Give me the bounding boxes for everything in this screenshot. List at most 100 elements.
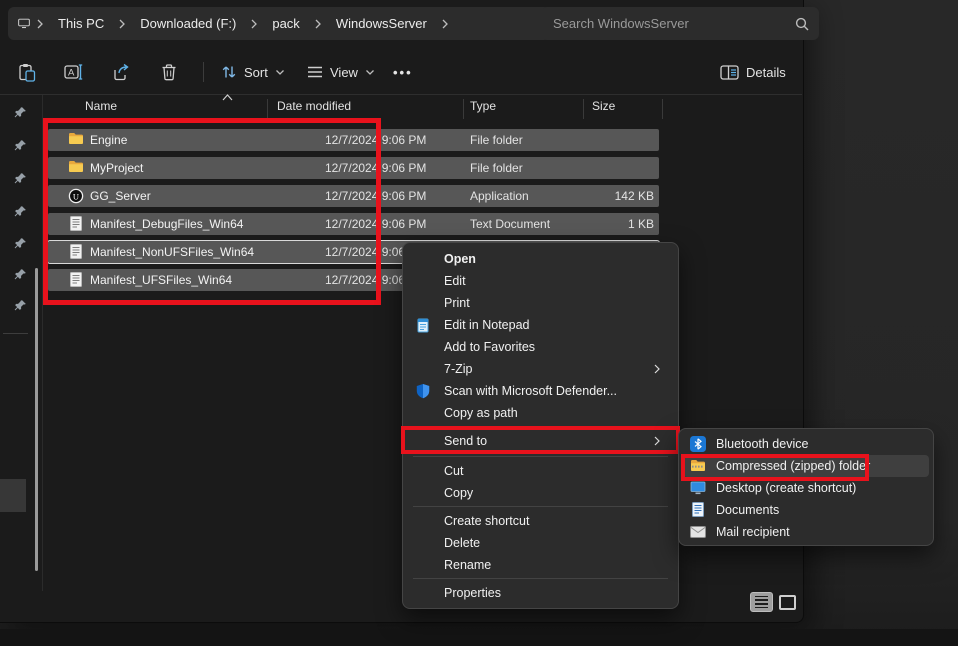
send-to-submenu: Bluetooth device Compressed (zipped) fol…	[678, 428, 934, 546]
menu-separator	[413, 578, 668, 579]
view-label: View	[330, 65, 358, 80]
breadcrumb-item-drive[interactable]: Downloaded (F:)	[132, 14, 244, 33]
column-header-size[interactable]: Size	[592, 99, 615, 113]
file-type: File folder	[470, 133, 523, 147]
context-menu-item-delete[interactable]: Delete	[408, 532, 673, 554]
command-bar: A Sort	[0, 50, 802, 95]
context-menu-item-cut[interactable]: Cut	[408, 460, 673, 482]
file-name: Engine	[90, 133, 127, 147]
send-to-item-desktop-shortcut[interactable]: Desktop (create shortcut)	[683, 477, 929, 499]
delete-button[interactable]	[152, 57, 186, 87]
chevron-right-icon	[653, 364, 663, 374]
chevron-right-icon	[116, 18, 128, 30]
details-pane-button[interactable]: Details	[712, 57, 794, 87]
context-menu-item-open[interactable]: Open	[408, 248, 673, 270]
file-row-gg-server[interactable]: U GG_Server 12/7/2024 9:06 PM Applicatio…	[48, 185, 659, 207]
file-row-engine[interactable]: Engine 12/7/2024 9:06 PM File folder	[48, 129, 659, 151]
chevron-right-icon[interactable]	[439, 18, 451, 30]
desktop: This PC Downloaded (F:) pack WindowsServ…	[0, 0, 958, 646]
file-size: 142 KB	[615, 189, 654, 203]
file-date: 12/7/2024 9:06 PM	[325, 217, 426, 231]
column-divider[interactable]	[463, 99, 464, 119]
view-icon	[307, 65, 323, 79]
breadcrumb-item-pack[interactable]: pack	[264, 14, 307, 33]
text-document-icon	[68, 244, 84, 260]
rail-selected-item[interactable]	[0, 479, 26, 512]
file-size: 1 KB	[628, 217, 654, 231]
context-menu-item-rename[interactable]: Rename	[408, 554, 673, 576]
search-icon[interactable]	[795, 17, 809, 31]
context-menu-item-scan-defender[interactable]: Scan with Microsoft Defender...	[408, 380, 673, 402]
file-name: MyProject	[90, 161, 143, 175]
ellipsis-icon: •••	[393, 65, 413, 80]
context-menu-item-edit-in-notepad[interactable]: Edit in Notepad	[408, 314, 673, 336]
menu-separator	[413, 456, 668, 457]
file-name: GG_Server	[90, 189, 151, 203]
rename-icon: A	[64, 63, 84, 81]
paste-icon	[18, 63, 36, 82]
pin-icon[interactable]	[14, 205, 27, 218]
pin-icon[interactable]	[14, 299, 27, 312]
column-divider[interactable]	[267, 99, 268, 119]
zipped-folder-icon	[690, 458, 706, 474]
column-header-type[interactable]: Type	[470, 99, 496, 113]
breadcrumb[interactable]: This PC Downloaded (F:) pack WindowsServ…	[8, 7, 550, 40]
context-menu-item-7zip[interactable]: 7-Zip	[408, 358, 673, 380]
pin-icon[interactable]	[14, 139, 27, 152]
view-button[interactable]: View	[299, 57, 383, 87]
send-to-item-bluetooth[interactable]: Bluetooth device	[683, 433, 929, 455]
details-pane-label: Details	[746, 65, 786, 80]
file-row-manifest-debugfiles[interactable]: Manifest_DebugFiles_Win64 12/7/2024 9:06…	[48, 213, 659, 235]
context-menu-item-copy-as-path[interactable]: Copy as path	[408, 402, 673, 424]
file-name: Manifest_DebugFiles_Win64	[90, 217, 243, 231]
large-icons-view-toggle-button[interactable]	[776, 592, 799, 612]
details-pane-icon	[720, 65, 739, 80]
details-view-toggle-button[interactable]	[750, 592, 773, 612]
file-row-myproject[interactable]: MyProject 12/7/2024 9:06 PM File folder	[48, 157, 659, 179]
view-toggles	[750, 592, 799, 612]
context-menu-item-copy[interactable]: Copy	[408, 482, 673, 504]
context-menu-item-add-to-favorites[interactable]: Add to Favorites	[408, 336, 673, 358]
rail-divider	[3, 333, 28, 334]
folder-icon	[68, 132, 84, 148]
notepad-icon	[415, 317, 431, 333]
share-button[interactable]	[104, 57, 139, 87]
nav-scrollbar[interactable]	[35, 268, 38, 571]
paste-button[interactable]	[10, 57, 44, 87]
sort-button[interactable]: Sort	[213, 57, 293, 87]
rename-button[interactable]: A	[56, 57, 92, 87]
pin-icon[interactable]	[14, 268, 27, 281]
breadcrumb-item-windowsserver[interactable]: WindowsServer	[328, 14, 435, 33]
search-box	[541, 7, 819, 40]
send-to-item-documents[interactable]: Documents	[683, 499, 929, 521]
context-menu: Open Edit Print Edit in Notepad Add to F…	[402, 242, 679, 609]
send-to-item-mail-recipient[interactable]: Mail recipient	[683, 521, 929, 543]
pin-icon[interactable]	[14, 106, 27, 119]
menu-separator	[413, 426, 668, 427]
more-options-button[interactable]: •••	[385, 57, 421, 87]
column-header-date-modified[interactable]: Date modified	[277, 99, 351, 113]
chevron-down-icon	[365, 67, 375, 77]
desktop-icon	[690, 480, 706, 496]
breadcrumb-item-this-pc[interactable]: This PC	[50, 14, 112, 33]
context-menu-item-properties[interactable]: Properties	[408, 582, 673, 604]
pin-icon[interactable]	[14, 172, 27, 185]
chevron-right-icon	[34, 18, 46, 30]
column-divider[interactable]	[583, 99, 584, 119]
context-menu-item-send-to[interactable]: Send to	[408, 430, 673, 452]
file-type: File folder	[470, 161, 523, 175]
send-to-item-compressed-folder[interactable]: Compressed (zipped) folder	[683, 455, 929, 477]
pin-icon[interactable]	[14, 237, 27, 250]
file-name: Manifest_NonUFSFiles_Win64	[90, 245, 254, 259]
context-menu-item-print[interactable]: Print	[408, 292, 673, 314]
sort-label: Sort	[244, 65, 268, 80]
file-type: Text Document	[470, 217, 550, 231]
column-header-name[interactable]: Name	[85, 99, 117, 113]
bluetooth-icon	[690, 436, 706, 452]
column-divider[interactable]	[662, 99, 663, 119]
menu-separator	[413, 506, 668, 507]
context-menu-item-edit[interactable]: Edit	[408, 270, 673, 292]
search-input[interactable]	[551, 15, 755, 32]
context-menu-item-create-shortcut[interactable]: Create shortcut	[408, 510, 673, 532]
defender-shield-icon	[415, 383, 431, 399]
